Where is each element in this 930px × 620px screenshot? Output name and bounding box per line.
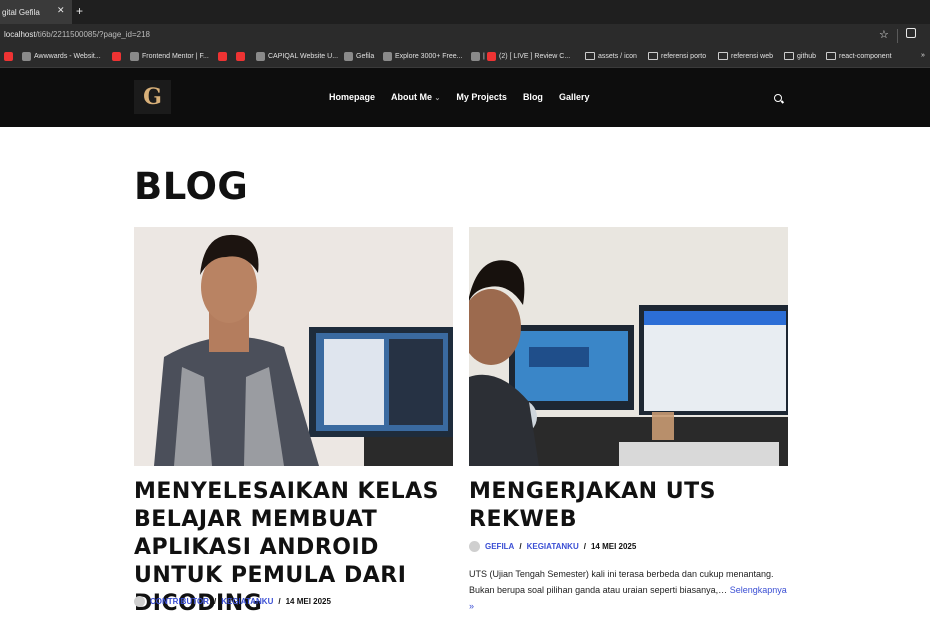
- bookmark-label: Gefila: [356, 53, 375, 60]
- capiqal-icon: [256, 52, 265, 61]
- meta-separator: /: [278, 597, 281, 606]
- bookmark-label: assets / icon: [598, 52, 637, 60]
- bookmark-item[interactable]: Gefila: [344, 52, 374, 61]
- post-image-desk-setup: [469, 227, 788, 466]
- url-path: /ti6b/2211500085/?page_id=218: [35, 30, 150, 39]
- folder-icon: [784, 52, 794, 60]
- folder-icon: [585, 52, 595, 60]
- youtube-icon: [236, 52, 245, 61]
- bookmark-star-icon[interactable]: ☆: [879, 28, 889, 41]
- youtube-icon: [218, 52, 227, 61]
- avatar: [469, 541, 480, 552]
- bookmark-label: (2) [ LIVE ] Review C...: [499, 53, 571, 60]
- youtube-icon: [487, 52, 496, 61]
- bookmark-item[interactable]: [236, 52, 245, 61]
- bookmarks-bar: Awwwards - Websit... Frontend Mentor | F.…: [0, 48, 930, 68]
- meta-separator: /: [583, 542, 586, 551]
- bookmark-item[interactable]: github: [784, 52, 816, 60]
- bookmarks-overflow-icon[interactable]: »: [921, 52, 925, 59]
- github-icon: [344, 52, 353, 61]
- post-meta: GEFILA / KEGIATANKU / 14 MEI 2025: [469, 541, 636, 552]
- bookmark-label: Explore 3000+ Free...: [395, 53, 463, 60]
- bookmark-label: Frontend Mentor | F...: [142, 53, 209, 60]
- bookmark-item[interactable]: |: [471, 52, 485, 61]
- post-date: 14 MEI 2025: [590, 542, 637, 551]
- frontend-mentor-icon: [130, 52, 139, 61]
- folder-icon: [648, 52, 658, 60]
- post-meta: CONTRIBUTOR / KEGIATANKU / 14 MEI 2025: [134, 596, 331, 607]
- bookmark-item[interactable]: (2) [ LIVE ] Review C...: [487, 52, 570, 61]
- excerpt-text: UTS (Ujian Tengah Semester) kali ini ter…: [469, 569, 774, 595]
- meta-separator: /: [519, 542, 522, 551]
- new-tab-icon[interactable]: +: [76, 4, 83, 18]
- page-title: BLOG: [134, 165, 249, 208]
- post-thumbnail[interactable]: [469, 227, 788, 466]
- search-icon[interactable]: [774, 94, 782, 102]
- bookmark-item[interactable]: [4, 52, 13, 61]
- bookmark-label: referensi web: [731, 52, 774, 60]
- ui-icon: [383, 52, 392, 61]
- avatar: [134, 596, 145, 607]
- address-bar[interactable]: localhost/ti6b/2211500085/?page_id=218 ☆: [0, 24, 930, 48]
- bookmark-item[interactable]: CAPIQAL Website U...: [256, 52, 338, 61]
- nav-about-me[interactable]: About Me ⌄: [391, 92, 440, 102]
- nav-blog[interactable]: Blog: [523, 92, 543, 102]
- browser-tab-bar: gital Gefila ✕ +: [0, 0, 930, 24]
- bookmark-item[interactable]: Frontend Mentor | F...: [130, 52, 209, 61]
- post-date: 14 MEI 2025: [285, 597, 331, 606]
- bookmark-item[interactable]: [218, 52, 227, 61]
- bookmark-item[interactable]: [112, 52, 121, 61]
- bookmark-item[interactable]: referensi web: [718, 52, 773, 60]
- meta-separator: /: [213, 597, 217, 606]
- nav-my-projects[interactable]: My Projects: [456, 92, 507, 102]
- site-header: G Homepage About Me ⌄ My Projects Blog G…: [0, 68, 930, 127]
- bookmark-item[interactable]: assets / icon: [585, 52, 637, 60]
- youtube-icon: [4, 52, 13, 61]
- nav-gallery[interactable]: Gallery: [559, 92, 590, 102]
- category-link[interactable]: KEGIATANKU: [527, 542, 579, 551]
- author-link[interactable]: CONTRIBUTOR: [150, 597, 209, 606]
- bookmark-item[interactable]: referensi porto: [648, 52, 706, 60]
- bookmark-label: Awwwards - Websit...: [34, 53, 101, 60]
- bookmark-label: referensi porto: [661, 52, 707, 60]
- nav-homepage[interactable]: Homepage: [329, 92, 375, 102]
- post-title[interactable]: MENGERJAKAN UTS REKWEB: [469, 478, 789, 534]
- site-logo[interactable]: G: [134, 80, 171, 114]
- folder-icon: [718, 52, 728, 60]
- bookmark-item[interactable]: Explore 3000+ Free...: [383, 52, 463, 61]
- nav-about-me-label: About Me: [391, 92, 433, 102]
- toolbar-divider: [897, 29, 898, 43]
- chevron-down-icon: ⌄: [434, 95, 441, 102]
- tab-title: gital Gefila: [2, 7, 40, 17]
- bookmark-item[interactable]: react-component: [826, 52, 892, 60]
- post-image-person-laptop: [134, 227, 453, 466]
- author-link[interactable]: GEFILA: [485, 542, 514, 551]
- category-link[interactable]: KEGIATANKU: [221, 597, 273, 606]
- url-text[interactable]: localhost/ti6b/2211500085/?page_id=218: [4, 30, 150, 39]
- bookmark-item[interactable]: Awwwards - Websit...: [22, 52, 101, 61]
- bookmark-label: github: [797, 52, 817, 60]
- url-host: localhost: [4, 30, 36, 39]
- bookmark-label: react-component: [839, 52, 892, 60]
- extensions-icon[interactable]: [906, 28, 916, 38]
- awwwards-icon: [22, 52, 31, 61]
- youtube-icon: [112, 52, 121, 61]
- main-nav: Homepage About Me ⌄ My Projects Blog Gal…: [329, 92, 605, 102]
- post-thumbnail[interactable]: [134, 227, 453, 466]
- post-excerpt: UTS (Ujian Tengah Semester) kali ini ter…: [469, 566, 787, 614]
- app-icon: [471, 52, 480, 61]
- folder-icon: [826, 52, 836, 60]
- bookmark-label: CAPIQAL Website U...: [268, 53, 339, 60]
- close-tab-icon[interactable]: ✕: [57, 5, 65, 16]
- bookmark-label: |: [483, 53, 485, 60]
